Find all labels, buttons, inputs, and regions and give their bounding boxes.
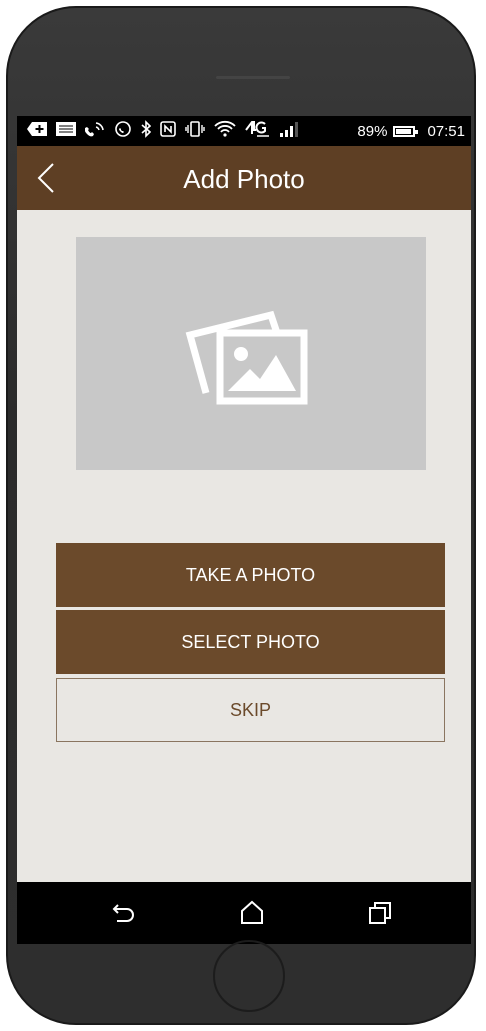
status-bar: 89% 07:51 — [17, 116, 471, 146]
vibrate-icon — [185, 121, 205, 141]
battery-percent: 89% — [357, 122, 388, 140]
photo-gallery-icon — [185, 310, 308, 405]
phone-signal-icon — [84, 120, 105, 142]
skip-button[interactable]: SKIP — [56, 678, 445, 742]
4g-lte-icon — [245, 120, 271, 142]
battery-icon — [393, 125, 419, 137]
home-nav-button[interactable] — [237, 898, 267, 928]
recents-nav-icon — [369, 902, 391, 924]
status-right: 89% 07:51 — [357, 121, 465, 141]
call-icon — [114, 120, 132, 142]
earpiece-speaker — [216, 76, 290, 79]
status-icons — [27, 120, 298, 142]
battery-fill — [396, 128, 411, 134]
take-photo-button[interactable]: TAKE A PHOTO — [56, 543, 445, 607]
home-nav-icon — [241, 900, 263, 924]
screen: 89% 07:51 Add Photo TAKE A PHOTO SELECT … — [17, 116, 471, 944]
app-bar: Add Photo — [17, 146, 471, 210]
recents-nav-button[interactable] — [365, 898, 395, 928]
add-icon — [27, 122, 47, 140]
clock: 07:51 — [427, 122, 465, 140]
bluetooth-icon — [141, 120, 152, 142]
nfc-icon — [160, 121, 176, 141]
physical-home-button[interactable] — [213, 940, 285, 1012]
page-title: Add Photo — [183, 164, 305, 194]
back-nav-icon — [112, 904, 134, 922]
photo-preview — [76, 237, 426, 470]
cell-signal-icon — [280, 121, 298, 141]
wifi-icon — [214, 120, 236, 142]
select-photo-button[interactable]: SELECT PHOTO — [56, 610, 445, 674]
navigation-bar — [17, 882, 471, 944]
back-nav-button[interactable] — [109, 898, 139, 928]
notification-icon — [56, 122, 76, 140]
